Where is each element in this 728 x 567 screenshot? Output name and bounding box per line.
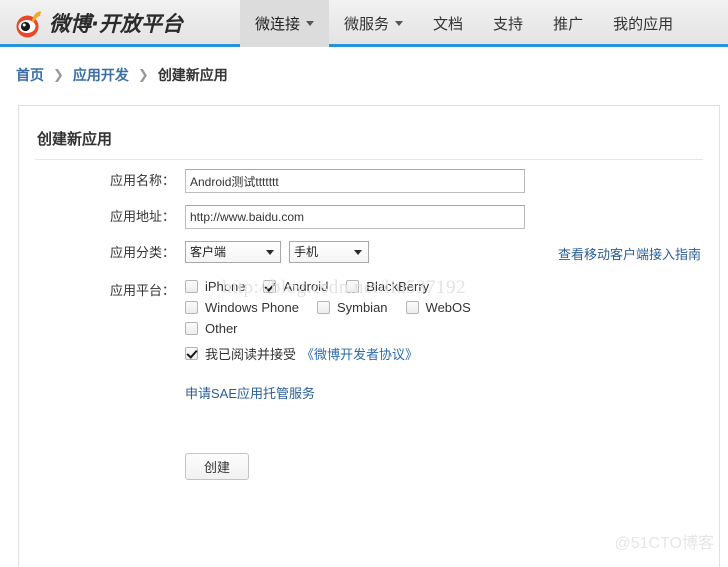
platform-label: 应用平台： [109, 283, 175, 298]
form-row-app-url: 应用地址： [19, 205, 719, 229]
create-button[interactable]: 创建 [185, 453, 249, 480]
nav-item-label: 微连接 [255, 16, 301, 33]
sae-hosting-link[interactable]: 申请SAE应用托管服务 [185, 383, 315, 402]
form-row-platform: 应用平台： iPhone Android BlackBerry Windows … [19, 279, 719, 480]
checkbox-windows-phone[interactable] [185, 301, 198, 314]
form-row-category: 应用分类： 客户端 手机 查看移动客户端接入指南 [19, 241, 719, 265]
submit-row: 创建 [185, 453, 489, 480]
app-url-input[interactable] [185, 205, 525, 229]
nav-item-label: 支持 [493, 16, 524, 33]
mobile-guide-link[interactable]: 查看移动客户端接入指南 [558, 244, 701, 263]
agreement-text: 我已阅读并接受 [205, 347, 297, 362]
breadcrumb-section[interactable]: 应用开发 [73, 65, 129, 85]
app-name-input[interactable] [185, 169, 525, 193]
category-secondary-select[interactable]: 手机 [289, 241, 369, 263]
platform-row-3: Other [185, 321, 489, 336]
nav-item-label: 微服务 [344, 16, 390, 33]
checkbox-blackberry-label[interactable]: BlackBerry [366, 279, 429, 294]
breadcrumb-current: 创建新应用 [157, 67, 228, 83]
checkbox-windows-phone-label[interactable]: Windows Phone [205, 300, 299, 315]
app-name-label: 应用名称： [109, 173, 175, 188]
checkbox-other-label[interactable]: Other [205, 321, 238, 336]
nav-item-support[interactable]: 支持 [478, 0, 538, 47]
checkbox-android-label[interactable]: Android [283, 279, 328, 294]
site-header: 微博·开放平台 微连接 微服务 文档 支持 推广 我的应用 [0, 0, 728, 47]
category-label: 应用分类： [109, 245, 175, 260]
breadcrumb-separator-icon: ❯ [53, 67, 64, 82]
create-app-form: 应用名称： 应用地址： 应用分类： 客户端 [19, 169, 719, 492]
checkbox-android[interactable] [263, 280, 277, 293]
developer-agreement-link[interactable]: 《微博开发者协议》 [301, 344, 418, 363]
checkbox-agreement[interactable] [185, 347, 198, 360]
nav-item-weifuwu[interactable]: 微服务 [329, 0, 418, 47]
form-row-app-name: 应用名称： [19, 169, 719, 193]
category-primary-select[interactable]: 客户端 [185, 241, 281, 263]
category-primary-wrap: 客户端 [185, 241, 281, 263]
platform-checkbox-group: iPhone Android BlackBerry Windows Phone … [185, 279, 489, 480]
nav-item-label: 文档 [433, 16, 464, 33]
site-logo[interactable]: 微博·开放平台 [14, 8, 183, 40]
checkbox-iphone-label[interactable]: iPhone [205, 279, 245, 294]
breadcrumb-home[interactable]: 首页 [16, 65, 44, 85]
category-secondary-wrap: 手机 [289, 241, 369, 263]
checkbox-symbian-label[interactable]: Symbian [337, 300, 388, 315]
site-logo-text: 微博·开放平台 [49, 12, 183, 36]
main-nav: 微连接 微服务 文档 支持 推广 我的应用 [240, 0, 688, 47]
nav-item-docs[interactable]: 文档 [418, 0, 478, 47]
checkbox-blackberry[interactable] [346, 280, 360, 293]
platform-row-1: iPhone Android BlackBerry [185, 279, 489, 294]
title-divider [35, 159, 703, 160]
create-app-card: 创建新应用 应用名称： 应用地址： 应用分类： 客户端 [18, 105, 720, 567]
checkbox-other[interactable] [185, 322, 198, 335]
checkbox-webos-label[interactable]: WebOS [426, 300, 471, 315]
weibo-eye-icon [14, 9, 44, 39]
breadcrumb: 首页 ❯ 应用开发 ❯ 创建新应用 [16, 65, 228, 85]
chevron-down-icon [395, 21, 404, 26]
agreement-row: 我已阅读并接受 《微博开发者协议》 [185, 344, 489, 363]
app-url-label: 应用地址： [109, 209, 175, 224]
platform-row-2: Windows Phone Symbian WebOS [185, 300, 489, 315]
page-title: 创建新应用 [37, 131, 113, 148]
nav-item-weilianjie[interactable]: 微连接 [240, 0, 330, 47]
nav-item-promotion[interactable]: 推广 [538, 0, 598, 47]
nav-item-my-apps[interactable]: 我的应用 [598, 0, 688, 47]
nav-item-label: 我的应用 [613, 16, 674, 33]
checkbox-webos[interactable] [405, 301, 419, 314]
checkbox-iphone[interactable] [185, 280, 198, 293]
breadcrumb-separator-icon: ❯ [137, 67, 149, 82]
chevron-down-icon [306, 21, 315, 26]
checkbox-symbian[interactable] [316, 301, 330, 314]
page-root: 微博·开放平台 微连接 微服务 文档 支持 推广 我的应用 首页 ❯ 应用开发 … [0, 0, 728, 567]
nav-item-label: 推广 [553, 16, 584, 33]
